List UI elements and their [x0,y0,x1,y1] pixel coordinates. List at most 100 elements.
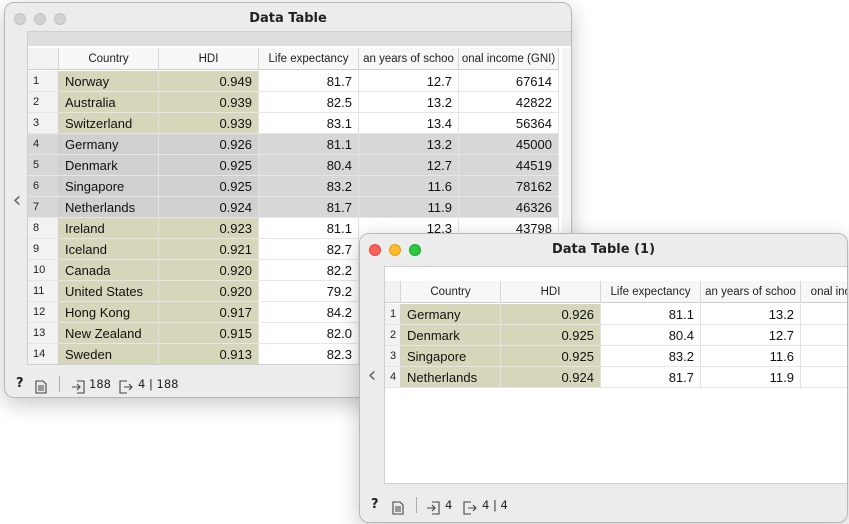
gni-cell [801,346,847,367]
hdi-cell: 0.925 [501,346,601,367]
table-row[interactable]: 4 Netherlands 0.924 81.7 11.9 [385,367,847,388]
row-number: 3 [28,113,59,134]
input-count: 4 [445,498,453,512]
gni-cell: 56364 [459,113,559,134]
column-header[interactable]: onal inc [801,281,847,303]
window-title: Data Table (1) [551,242,656,257]
country-cell: Canada [59,260,159,281]
life-expectancy-cell: 80.4 [601,325,701,346]
row-number: 10 [28,260,59,281]
table-row[interactable]: 2 Denmark 0.925 80.4 12.7 [385,325,847,346]
country-cell: Singapore [401,346,501,367]
data-table-1-window: Data Table (1) ‹ Country HDI Life expect… [359,233,848,523]
status-separator [59,376,60,392]
gni-cell: 67614 [459,71,559,92]
row-number: 2 [28,92,59,113]
output-count: 4 | 4 [482,498,508,512]
years-of-schooling-cell: 12.7 [701,325,801,346]
years-of-schooling-cell: 13.2 [359,92,459,113]
table-row[interactable]: 3 Switzerland 0.939 83.1 13.4 56364 [28,113,571,134]
input-icon [426,498,440,522]
column-header[interactable]: Life expectancy [601,281,701,303]
table-row[interactable]: 2 Australia 0.939 82.5 13.2 42822 [28,92,571,113]
years-of-schooling-cell: 11.9 [701,367,801,388]
title-bar[interactable]: Data Table (1) [360,234,847,266]
column-header[interactable]: an years of schoo [701,281,801,303]
output-icon [119,377,133,397]
header-corner[interactable] [385,281,401,303]
row-number: 4 [28,134,59,155]
hdi-cell: 0.924 [159,197,259,218]
life-expectancy-cell: 82.2 [259,260,359,281]
hdi-cell: 0.920 [159,260,259,281]
table-row[interactable]: 5 Denmark 0.925 80.4 12.7 44519 [28,155,571,176]
output-icon [463,498,477,522]
help-icon[interactable]: ? [371,492,379,518]
column-header[interactable]: onal income (GNI) [459,48,559,70]
country-cell: Netherlands [59,197,159,218]
input-icon [71,377,85,397]
data-table[interactable]: Country HDI Life expectancy an years of … [384,266,847,484]
header-corner[interactable] [28,48,59,70]
table-header: Country HDI Life expectancy an years of … [28,48,571,70]
gni-cell: 78162 [459,176,559,197]
table-row[interactable]: 7 Netherlands 0.924 81.7 11.9 46326 [28,197,571,218]
life-expectancy-cell: 80.4 [259,155,359,176]
report-icon[interactable] [35,377,47,397]
years-of-schooling-cell: 13.4 [359,113,459,134]
country-cell: Sweden [59,344,159,364]
life-expectancy-cell: 82.3 [259,344,359,364]
row-number: 7 [28,197,59,218]
table-row[interactable]: 1 Germany 0.926 81.1 13.2 [385,304,847,325]
country-cell: Norway [59,71,159,92]
table-toolbar-strip [28,32,571,46]
table-row[interactable]: 1 Norway 0.949 81.7 12.7 67614 [28,71,571,92]
life-expectancy-cell: 83.2 [259,176,359,197]
years-of-schooling-cell: 12.7 [359,71,459,92]
hdi-cell: 0.920 [159,281,259,302]
life-expectancy-cell: 83.2 [601,346,701,367]
country-cell: Singapore [59,176,159,197]
table-row[interactable]: 4 Germany 0.926 81.1 13.2 45000 [28,134,571,155]
gni-cell: 42822 [459,92,559,113]
life-expectancy-cell: 81.1 [259,134,359,155]
gni-cell: 45000 [459,134,559,155]
life-expectancy-cell: 82.0 [259,323,359,344]
years-of-schooling-cell: 11.6 [359,176,459,197]
column-header[interactable]: an years of schoo [359,48,459,70]
table-row[interactable]: 3 Singapore 0.925 83.2 11.6 [385,346,847,367]
hdi-cell: 0.925 [159,176,259,197]
life-expectancy-cell: 81.7 [259,197,359,218]
column-header[interactable]: HDI [159,48,259,70]
column-header[interactable]: Country [59,48,159,70]
chevron-left-icon[interactable]: ‹ [8,190,26,212]
column-header[interactable]: Country [401,281,501,303]
life-expectancy-cell: 82.7 [259,239,359,260]
hdi-cell: 0.925 [501,325,601,346]
hdi-cell: 0.915 [159,323,259,344]
row-number: 13 [28,323,59,344]
table-row[interactable]: 6 Singapore 0.925 83.2 11.6 78162 [28,176,571,197]
row-number: 4 [385,367,401,388]
row-number: 11 [28,281,59,302]
country-cell: Denmark [59,155,159,176]
column-header[interactable]: HDI [501,281,601,303]
country-cell: Hong Kong [59,302,159,323]
chevron-left-icon[interactable]: ‹ [363,365,381,387]
country-cell: Iceland [59,239,159,260]
country-cell: United States [59,281,159,302]
row-number: 6 [28,176,59,197]
life-expectancy-cell: 81.7 [259,71,359,92]
gni-cell: 44519 [459,155,559,176]
years-of-schooling-cell: 11.9 [359,197,459,218]
help-icon[interactable]: ? [16,371,24,397]
report-icon[interactable] [392,498,404,522]
row-number: 1 [28,71,59,92]
output-count: 4 | 188 [138,377,179,391]
country-cell: Switzerland [59,113,159,134]
window-title: Data Table [249,11,327,26]
column-header[interactable]: Life expectancy [259,48,359,70]
country-cell: Australia [59,92,159,113]
gni-cell: 46326 [459,197,559,218]
status-separator [416,497,417,513]
